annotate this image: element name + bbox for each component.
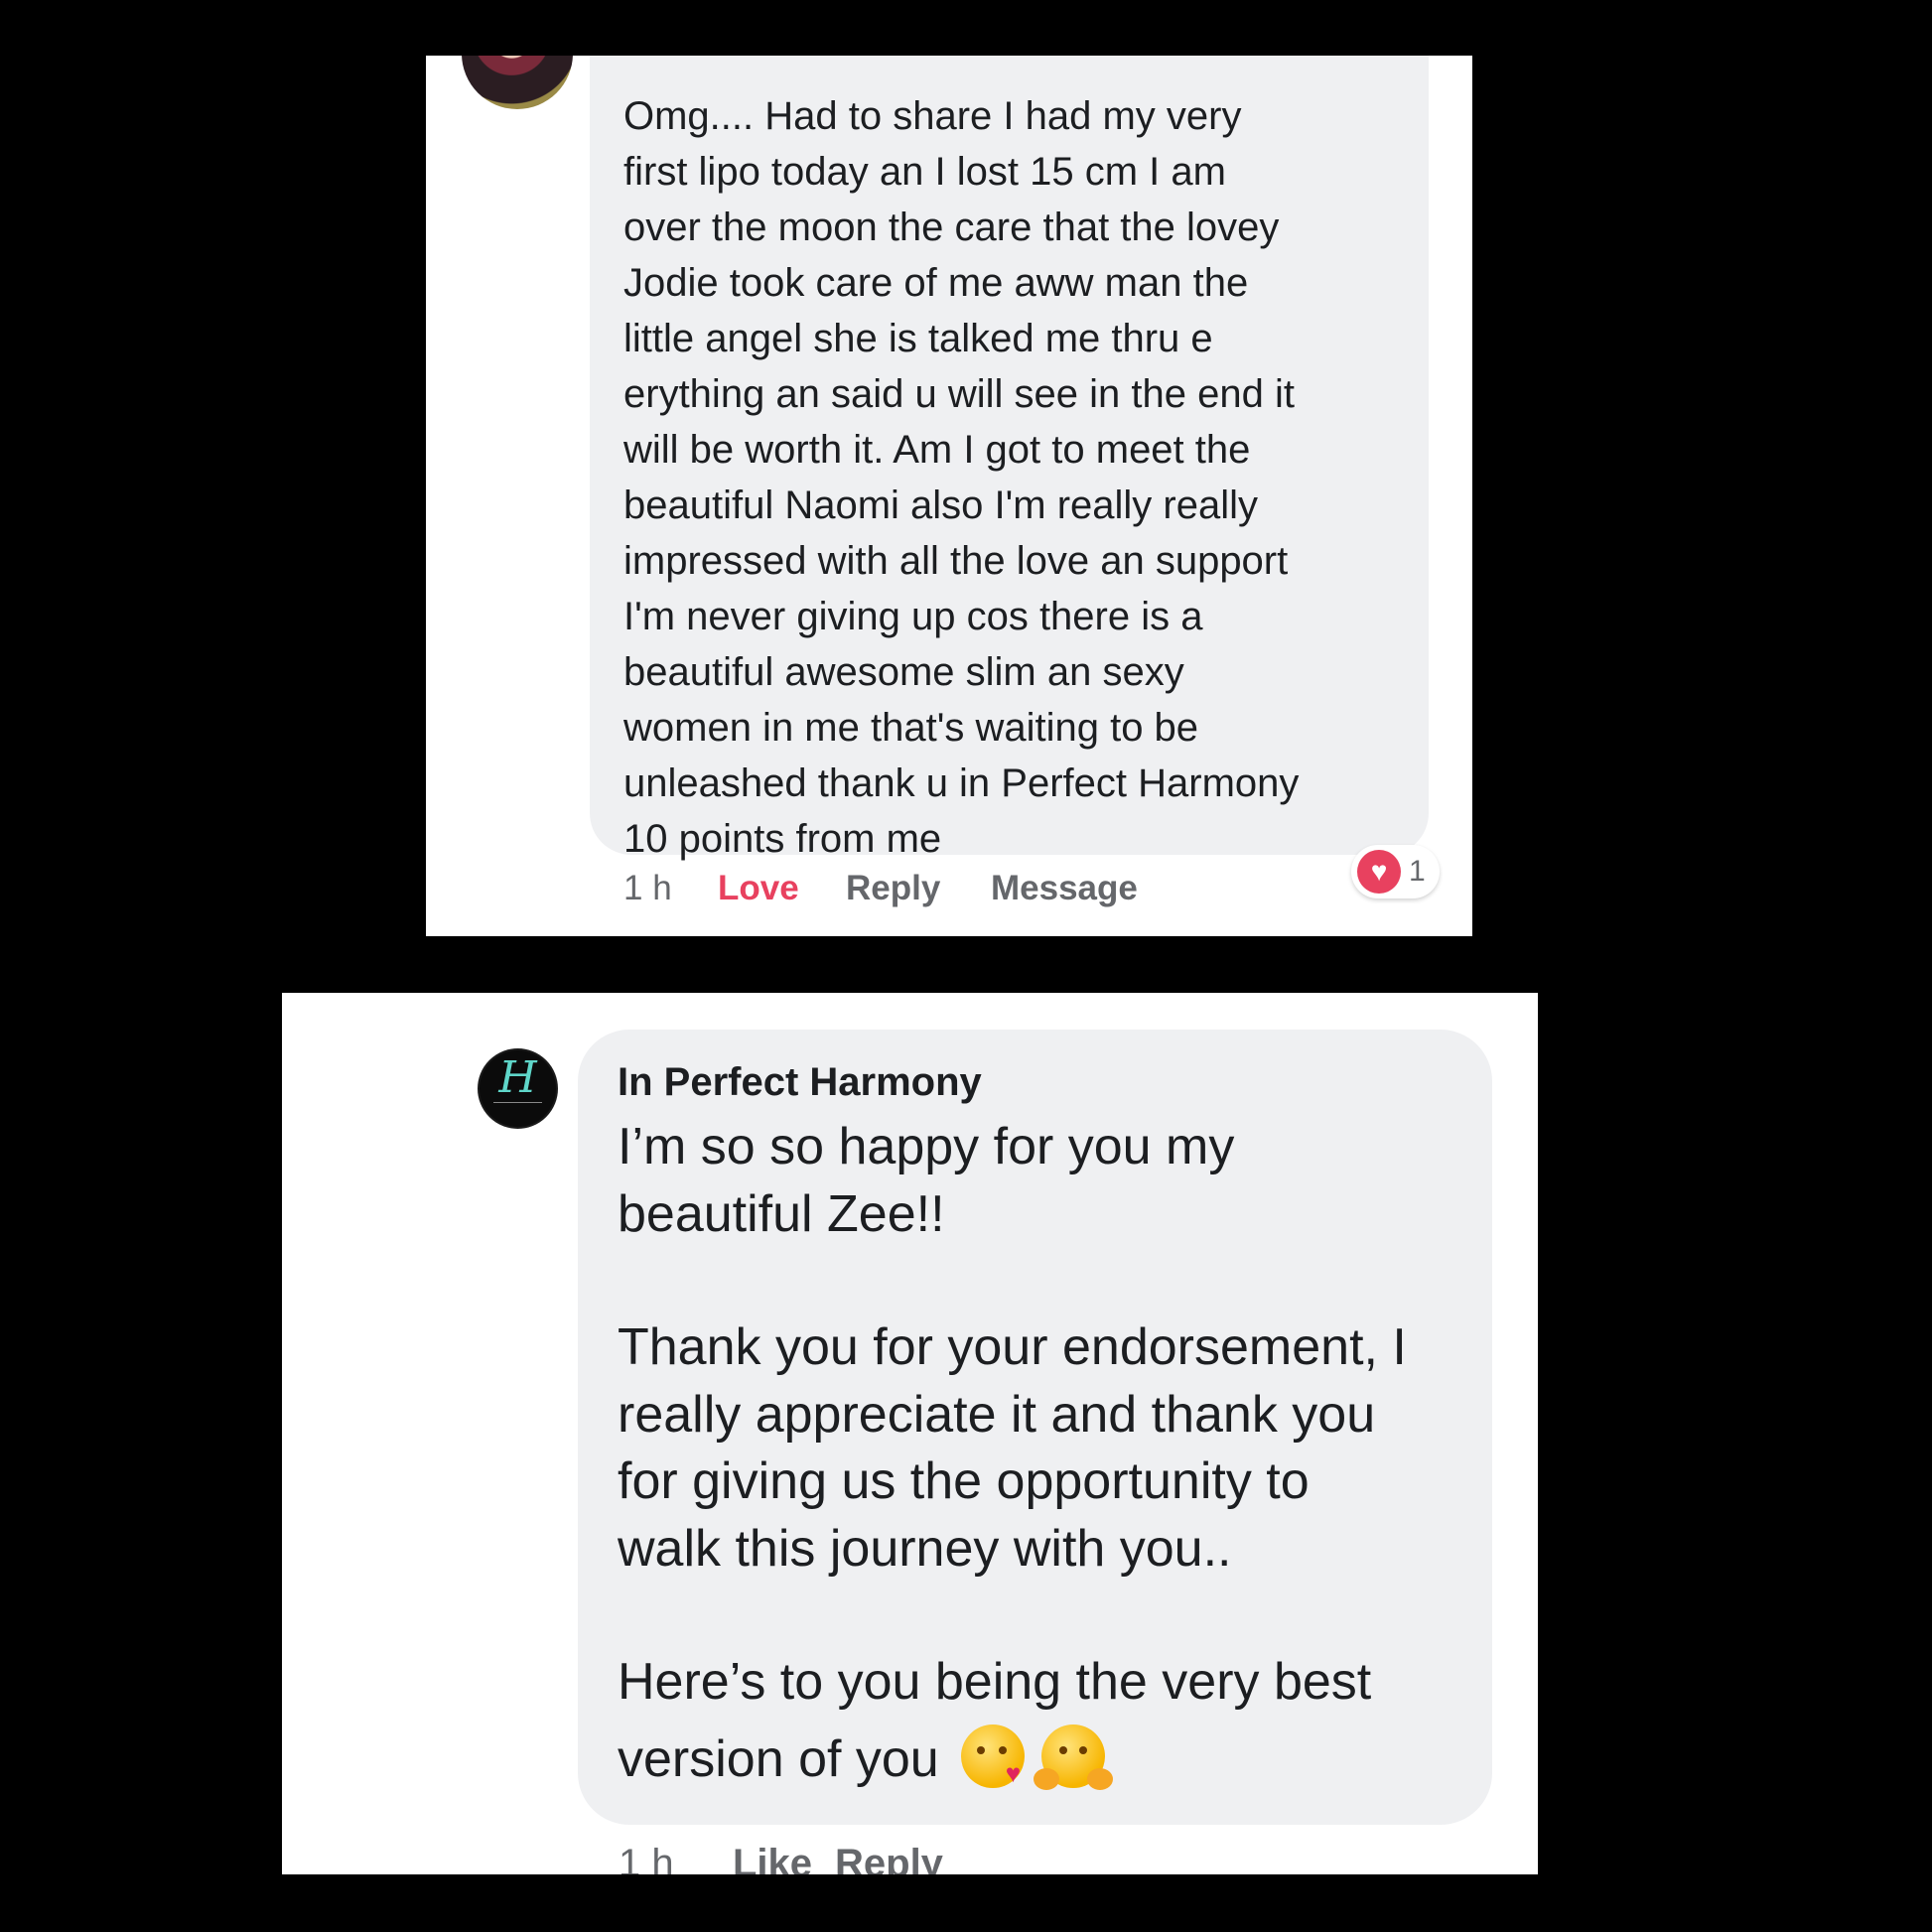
comment-line: beautiful Naomi also I'm really really [623,483,1259,527]
message-button[interactable]: Message [991,869,1138,908]
reply-paragraph: Here’s to you being the very best [618,1649,1462,1717]
comment-line: women in me that's waiting to be [623,706,1199,750]
reply-text: I’m so so happy for you my beautiful Zee… [618,1114,1462,1803]
comment-line: first lipo today an I lost 15 cm I am [623,150,1226,194]
comment-text: Omg.... Had to share I had my very first… [623,88,1409,867]
reply-line: Thank you for your endorsement, I [618,1318,1407,1376]
comment-line: Omg.... Had to share I had my very [623,94,1242,138]
reply-paragraph: Thank you for your endorsement, I really… [618,1314,1462,1583]
comment-panel-top: Omg.... Had to share I had my very first… [426,56,1472,936]
reply-paragraph: I’m so so happy for you my beautiful Zee… [618,1114,1462,1248]
reaction-count: 1 [1409,855,1426,888]
commenter-avatar[interactable] [462,56,573,109]
comment-bubble: Omg.... Had to share I had my very first… [590,56,1429,861]
reply-button[interactable]: Reply [835,1842,943,1874]
reaction-summary[interactable]: ♥ 1 [1351,845,1440,898]
reply-button[interactable]: Reply [846,869,940,908]
page-avatar[interactable]: H [478,1048,558,1129]
comment-line: I'm never giving up cos there is a [623,595,1203,638]
comment-line: will be worth it. Am I got to meet the [623,428,1251,472]
reply-timestamp[interactable]: 1 h [619,1842,674,1874]
reply-line: really appreciate it and thank you [618,1385,1376,1444]
heart-icon: ♥ [1357,850,1401,894]
reply-bubble: In Perfect Harmony I’m so so happy for y… [578,1030,1492,1825]
kissing-heart-emoji-icon [961,1724,1026,1788]
comment-panel-bottom: H In Perfect Harmony I’m so so happy for… [282,993,1538,1874]
reply-line: version of you [618,1729,939,1788]
author-name[interactable]: In Perfect Harmony [618,1054,1462,1110]
comment-line: Jodie took care of me aww man the [623,261,1249,305]
comment-timestamp[interactable]: 1 h [623,869,672,908]
comment-line: unleashed thank u in Perfect Harmony [623,761,1300,805]
logo-divider [493,1102,542,1103]
comment-line: impressed with all the love an support [623,539,1289,583]
reply-line: walk this journey with you.. [618,1519,1232,1578]
comment-line: beautiful awesome slim an sexy [623,650,1184,694]
reply-line: I’m so so happy for you my [618,1118,1235,1175]
comment-line: erything an said u will see in the end i… [623,372,1295,416]
love-button[interactable]: Love [718,869,799,908]
monogram-logo-icon: H [498,1052,537,1103]
hugging-face-emoji-icon [1033,1724,1113,1790]
reply-line: for giving us the opportunity to [618,1452,1310,1510]
comment-line: little angel she is talked me thru e [623,317,1213,360]
like-button[interactable]: Like [733,1842,812,1874]
reply-paragraph: version of you [618,1717,1462,1803]
reply-line: beautiful Zee!! [618,1184,945,1243]
comment-line: over the moon the care that the lovey [623,206,1280,249]
comment-line: 10 points from me [623,817,942,861]
reply-line: Here’s to you being the very best [618,1653,1372,1711]
